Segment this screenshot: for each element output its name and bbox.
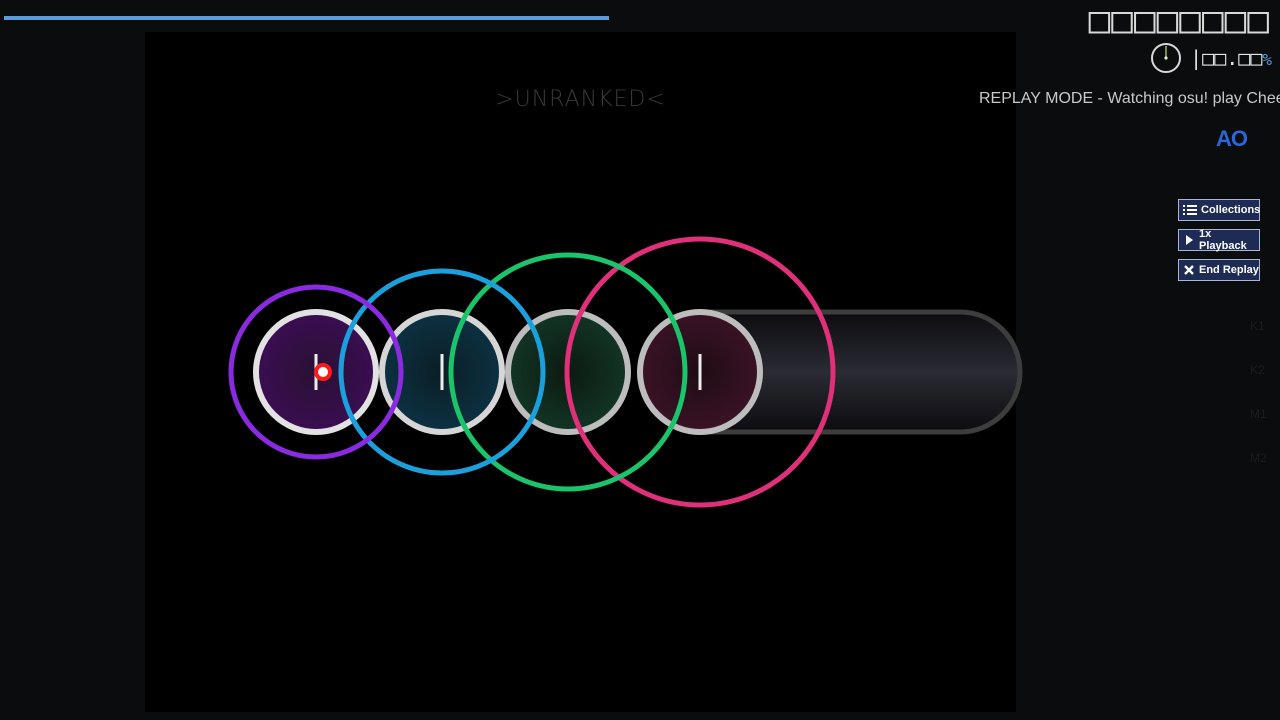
close-icon [1184,265,1194,275]
collections-label: Collections [1201,204,1261,216]
mod-badge: AO [1216,126,1248,151]
playback-speed-button[interactable]: 1x Playback [1178,228,1260,252]
hit-circle-4 [637,309,763,435]
clock-pie-icon [1151,43,1182,73]
accuracy-display: |□□.□□% [1190,46,1272,70]
accuracy-percent-sign: % [1262,50,1272,69]
key-overlay-m2: M2 [1250,451,1267,465]
end-replay-button[interactable]: End Replay [1178,259,1260,281]
accuracy-row: |□□.□□% [1150,42,1272,74]
end-replay-label: End Replay [1199,264,1259,276]
playback-label: 1x Playback [1199,228,1247,252]
collections-button[interactable]: Collections [1178,199,1260,221]
key-overlay-k1: K1 [1250,319,1265,333]
cursor [314,363,332,381]
key-overlay-k2: K2 [1250,363,1265,377]
play-icon [1186,235,1193,245]
list-icon [1183,205,1197,215]
key-overlay-m1: M1 [1250,407,1267,421]
gameplay-layer [228,236,1023,508]
replay-mode-banner: REPLAY MODE - Watching osu! play Chee [979,90,1280,107]
score-display: □□□□□□□□ [1088,0,1270,41]
accuracy-value: |□□.□□ [1190,46,1263,70]
